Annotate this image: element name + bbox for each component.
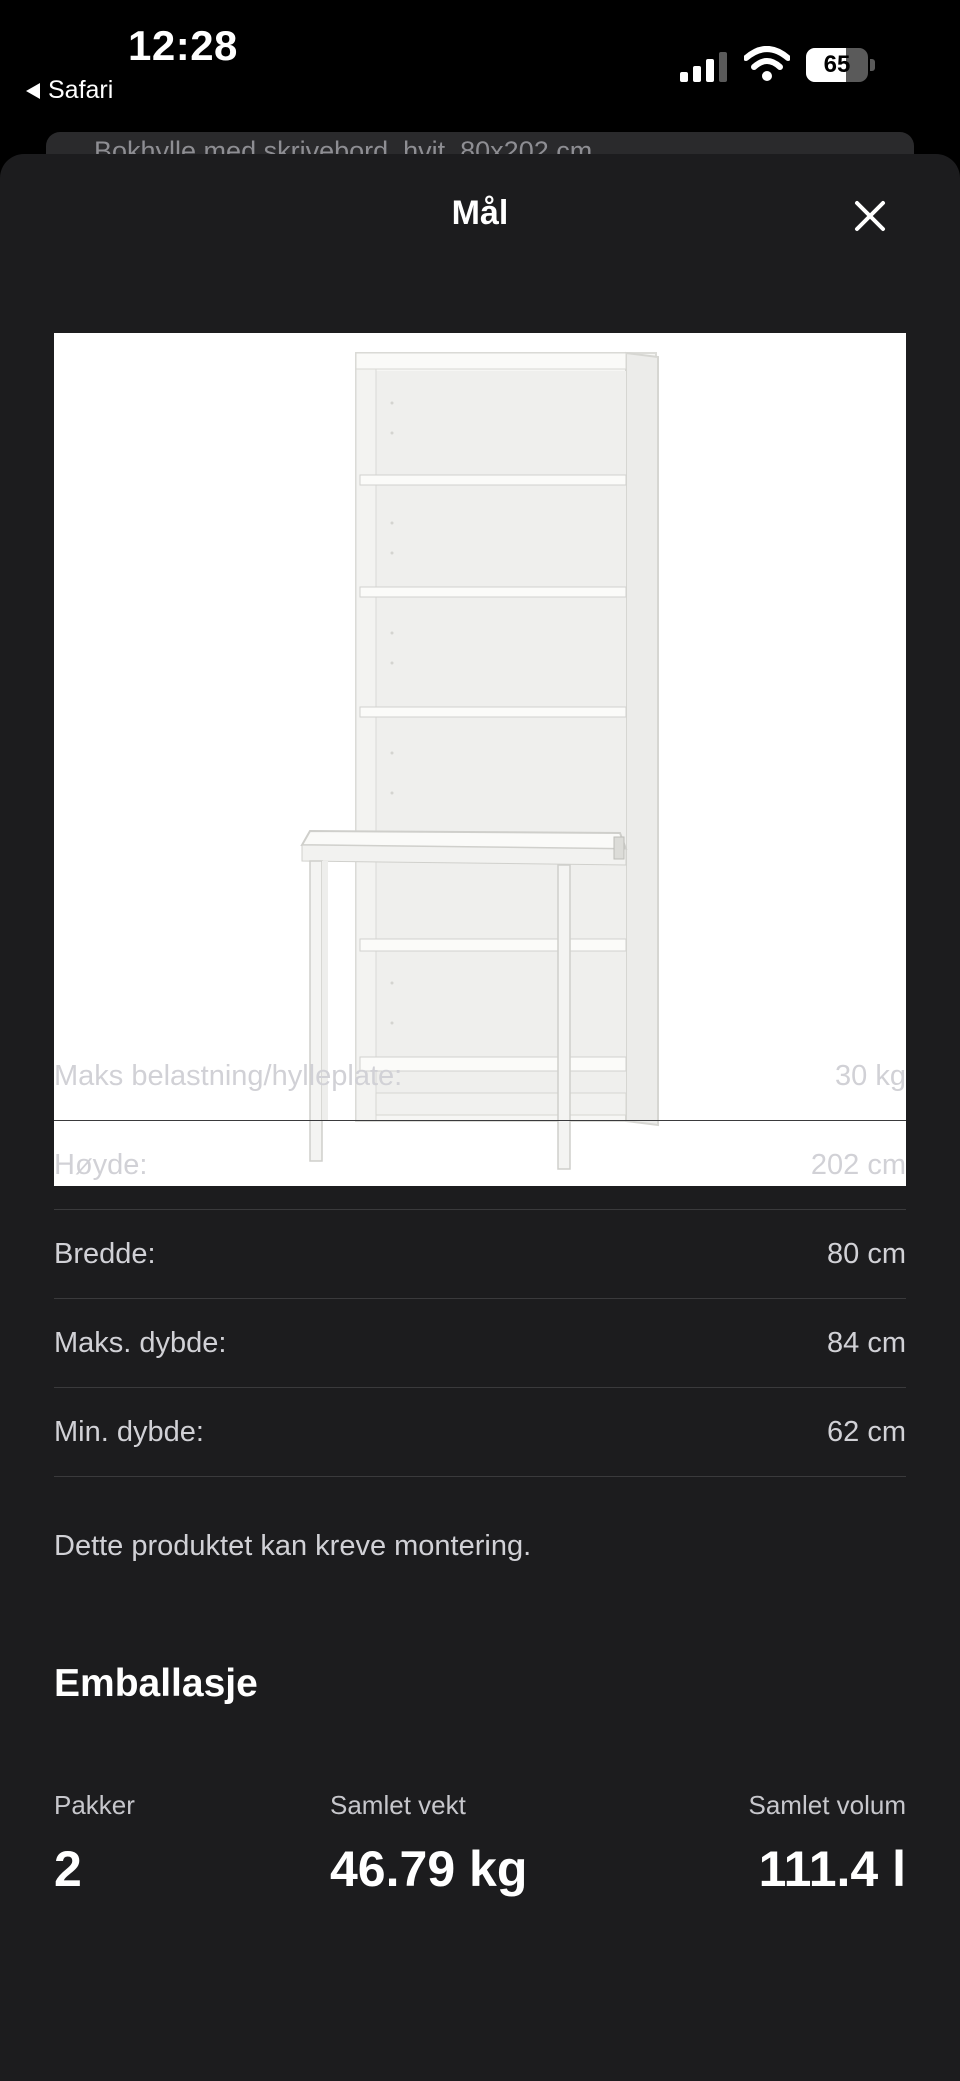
back-arrow-icon: [26, 82, 40, 99]
battery-percent: 65: [823, 51, 851, 78]
spec-label: Min. dybde:: [54, 1416, 204, 1448]
spec-value: 84 cm: [827, 1327, 906, 1359]
spec-row: Bredde: 80 cm: [54, 1210, 906, 1299]
spec-row: Min. dybde: 62 cm: [54, 1388, 906, 1477]
battery-icon: 65: [806, 48, 876, 82]
assembly-note: Dette produktet kan kreve montering.: [54, 1530, 532, 1562]
spec-value: 202 cm: [810, 1149, 906, 1181]
spec-value: 30 kg: [835, 1060, 906, 1092]
cellular-signal-icon: [680, 52, 727, 82]
volume-label: Samlet volum: [748, 1790, 907, 1820]
spec-value: 62 cm: [827, 1416, 906, 1448]
weight-label: Samlet vekt: [330, 1790, 466, 1820]
spec-value: 80 cm: [827, 1238, 906, 1270]
packages-value: 2: [54, 1841, 82, 1897]
spec-label: Maks belastning/hylleplate:: [54, 1060, 403, 1092]
close-icon[interactable]: [852, 198, 888, 234]
back-app-label: Safari: [48, 76, 114, 104]
weight-value: 46.79 kg: [330, 1841, 528, 1897]
status-bar: 12:28 Safari 65: [0, 0, 960, 130]
back-to-safari-button[interactable]: Safari: [26, 76, 113, 105]
volume-value: 111.4 l: [758, 1841, 906, 1897]
spec-row: Høyde: 202 cm: [54, 1121, 906, 1210]
packaging-heading: Emballasje: [54, 1662, 258, 1705]
spec-row: Maks. dybde: 84 cm: [54, 1299, 906, 1388]
wifi-icon: [744, 46, 790, 81]
sheet-title: Mål: [451, 194, 509, 232]
packages-label: Pakker: [54, 1790, 135, 1820]
status-time: 12:28: [128, 22, 238, 69]
spec-label: Maks. dybde:: [54, 1327, 227, 1359]
spec-list: Maks belastning/hylleplate: 30 kg Høyde:…: [54, 1032, 906, 1477]
spec-label: Bredde:: [54, 1238, 156, 1270]
spec-label: Høyde:: [54, 1149, 148, 1181]
spec-row: Maks belastning/hylleplate: 30 kg: [54, 1032, 906, 1121]
